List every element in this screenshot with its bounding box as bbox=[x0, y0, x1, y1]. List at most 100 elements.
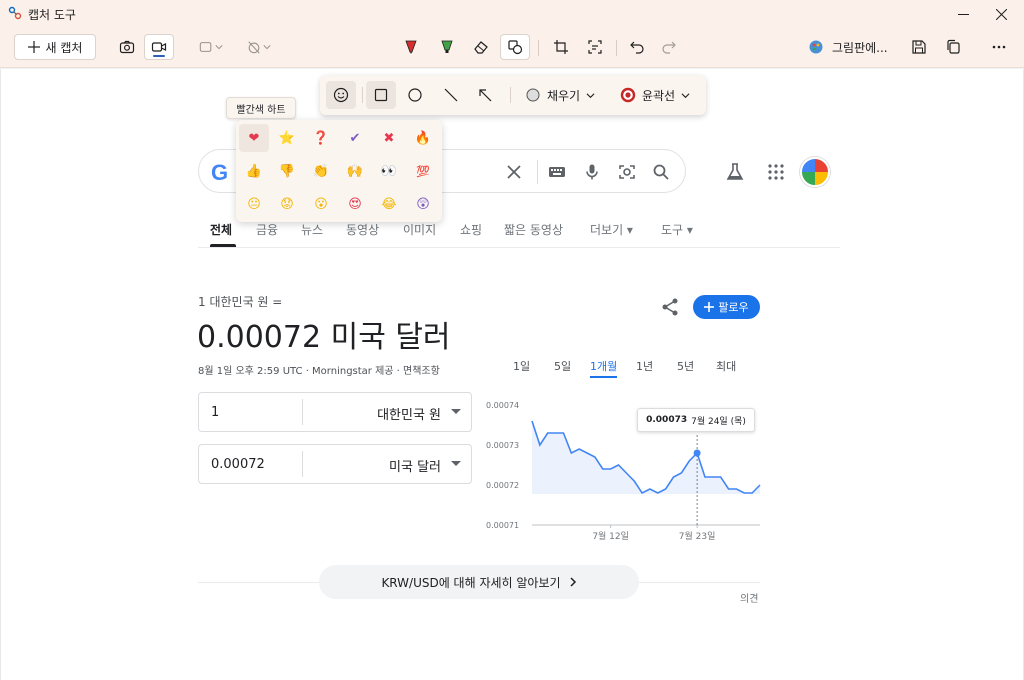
to-amount-input[interactable]: 0.00072 bbox=[211, 457, 265, 472]
more-options-button[interactable] bbox=[984, 34, 1014, 60]
undo-button[interactable] bbox=[622, 34, 652, 60]
dropdown-caret-icon[interactable] bbox=[451, 461, 461, 466]
from-currency-select[interactable]: 대한민국 원 bbox=[377, 404, 441, 423]
circle-shape-button[interactable] bbox=[400, 81, 430, 109]
emoji-clapping[interactable]: 👏 bbox=[306, 157, 336, 185]
tab-all[interactable]: 전체 bbox=[210, 221, 232, 238]
chevron-down-icon bbox=[681, 92, 690, 98]
range-1m[interactable]: 1개월 bbox=[590, 358, 618, 378]
search-labs-button[interactable] bbox=[723, 160, 747, 184]
tab-news[interactable]: 뉴스 bbox=[301, 221, 323, 238]
line-shape-button[interactable] bbox=[436, 81, 466, 109]
rectangle-icon bbox=[374, 88, 388, 102]
save-button[interactable] bbox=[904, 34, 934, 60]
emoji-thumbs-down[interactable]: 👎 bbox=[272, 157, 302, 185]
emoji-eyes[interactable]: 👀 bbox=[374, 157, 404, 185]
crop-button[interactable] bbox=[546, 34, 576, 60]
shapes-icon bbox=[508, 40, 523, 55]
emoji-cross[interactable]: ✖ bbox=[374, 124, 404, 152]
outline-dropdown[interactable]: 윤곽선 bbox=[612, 81, 698, 109]
emoji-check[interactable]: ✔ bbox=[340, 124, 370, 152]
chevron-down-icon bbox=[586, 92, 595, 98]
emoji-star[interactable]: ⭐ bbox=[272, 124, 302, 152]
voice-search-button[interactable] bbox=[582, 162, 602, 182]
open-in-paint-button[interactable]: 그림판에... bbox=[808, 34, 888, 60]
keyboard-button[interactable] bbox=[547, 162, 567, 182]
paint-app-icon bbox=[809, 40, 823, 54]
emoji-shocked-face[interactable]: 😲 bbox=[408, 190, 438, 218]
google-g-logo: G bbox=[211, 160, 229, 185]
eraser-button[interactable] bbox=[466, 34, 496, 60]
y-tick-label: 0.00071 bbox=[486, 521, 519, 530]
to-currency-select[interactable]: 미국 달러 bbox=[389, 456, 441, 475]
emoji-neutral-face[interactable]: 😐 bbox=[239, 190, 269, 218]
tab-more[interactable]: 더보기 ▾ bbox=[590, 221, 633, 238]
from-amount-input[interactable]: 1 bbox=[211, 405, 219, 420]
emoji-fire[interactable]: 🔥 bbox=[408, 124, 438, 152]
range-1y[interactable]: 1년 bbox=[636, 358, 653, 374]
close-icon bbox=[995, 8, 1007, 20]
tab-shopping[interactable]: 쇼핑 bbox=[460, 221, 482, 238]
from-currency-row: 1 대한민국 원 bbox=[198, 392, 472, 432]
chevron-down-icon bbox=[215, 45, 223, 50]
range-5y[interactable]: 5년 bbox=[677, 358, 694, 374]
lens-search-button[interactable] bbox=[617, 162, 637, 182]
emoji-question[interactable]: ❓ bbox=[306, 124, 336, 152]
flask-icon bbox=[726, 163, 744, 180]
active-tab-underline bbox=[210, 244, 236, 247]
camera-lens-icon bbox=[619, 165, 635, 179]
learn-more-button[interactable]: KRW/USD에 대해 자세히 알아보기 bbox=[319, 565, 639, 599]
emoji-heart-eyes[interactable]: 😍 bbox=[340, 190, 370, 218]
emoji-hundred[interactable]: 💯 bbox=[408, 157, 438, 185]
keyboard-icon bbox=[549, 167, 565, 177]
red-pen-icon bbox=[405, 40, 417, 54]
rectangle-shape-button[interactable] bbox=[366, 81, 396, 109]
highlighter-button[interactable] bbox=[432, 34, 462, 60]
toolbar-divider bbox=[616, 40, 617, 56]
ballpoint-pen-button[interactable] bbox=[396, 34, 426, 60]
tab-finance[interactable]: 금융 bbox=[256, 221, 278, 238]
emoji-shape-button[interactable] bbox=[326, 81, 356, 109]
main-toolbar: 새 캡처 그림판에... bbox=[0, 28, 1024, 68]
emoji-surprised-face[interactable]: 😮 bbox=[306, 190, 336, 218]
emoji-raised-hands[interactable]: 🙌 bbox=[340, 157, 370, 185]
tab-short-videos[interactable]: 짧은 동영상 bbox=[504, 221, 563, 238]
tab-videos[interactable]: 동영상 bbox=[346, 221, 379, 238]
emoji-red-heart[interactable]: ❤ bbox=[239, 124, 269, 152]
delay-dropdown[interactable] bbox=[240, 34, 278, 60]
search-button[interactable] bbox=[651, 162, 671, 182]
emoji-laughing[interactable]: 😂 bbox=[374, 190, 404, 218]
emoji-picker-panel: ❤ ⭐ ❓ ✔ ✖ 🔥 👍 👎 👏 🙌 👀 💯 😐 😟 😮 😍 😂 😲 bbox=[236, 120, 442, 222]
tab-images[interactable]: 이미지 bbox=[403, 221, 436, 238]
learn-more-label: KRW/USD에 대해 자세히 알아보기 bbox=[381, 575, 561, 590]
emoji-thumbs-up[interactable]: 👍 bbox=[239, 157, 269, 185]
range-5d[interactable]: 5일 bbox=[554, 358, 571, 374]
emoji-sad-face[interactable]: 😟 bbox=[272, 190, 302, 218]
copy-button[interactable] bbox=[938, 34, 968, 60]
range-1d[interactable]: 1일 bbox=[513, 358, 530, 374]
screenshot-mode-button[interactable] bbox=[112, 34, 142, 60]
copy-icon bbox=[947, 39, 960, 54]
new-capture-button[interactable]: 새 캡처 bbox=[14, 34, 96, 60]
fill-dropdown[interactable]: 채우기 bbox=[518, 81, 602, 109]
arrow-shape-button[interactable] bbox=[470, 81, 500, 109]
range-max[interactable]: 최대 bbox=[716, 358, 736, 374]
conversion-subtitle: 1 대한민국 원 = bbox=[198, 295, 283, 309]
feedback-link[interactable]: 의견 bbox=[740, 590, 758, 605]
shapes-button[interactable] bbox=[500, 34, 530, 60]
field-divider bbox=[302, 451, 303, 477]
close-button[interactable] bbox=[978, 0, 1024, 28]
account-avatar[interactable] bbox=[800, 157, 830, 187]
snip-shape-dropdown[interactable] bbox=[192, 34, 230, 60]
record-mode-button[interactable] bbox=[144, 34, 174, 60]
google-apps-button[interactable] bbox=[764, 160, 788, 184]
follow-label: 팔로우 bbox=[718, 301, 749, 314]
tooltip-value: 0.00073 bbox=[646, 415, 688, 425]
text-actions-button[interactable] bbox=[580, 34, 610, 60]
share-icon[interactable] bbox=[660, 297, 680, 317]
redo-button[interactable] bbox=[654, 34, 684, 60]
tab-tools[interactable]: 도구 ▾ bbox=[661, 221, 693, 238]
follow-button[interactable]: 팔로우 bbox=[693, 295, 760, 319]
dropdown-caret-icon[interactable] bbox=[451, 409, 461, 414]
clear-search-button[interactable] bbox=[504, 162, 524, 182]
